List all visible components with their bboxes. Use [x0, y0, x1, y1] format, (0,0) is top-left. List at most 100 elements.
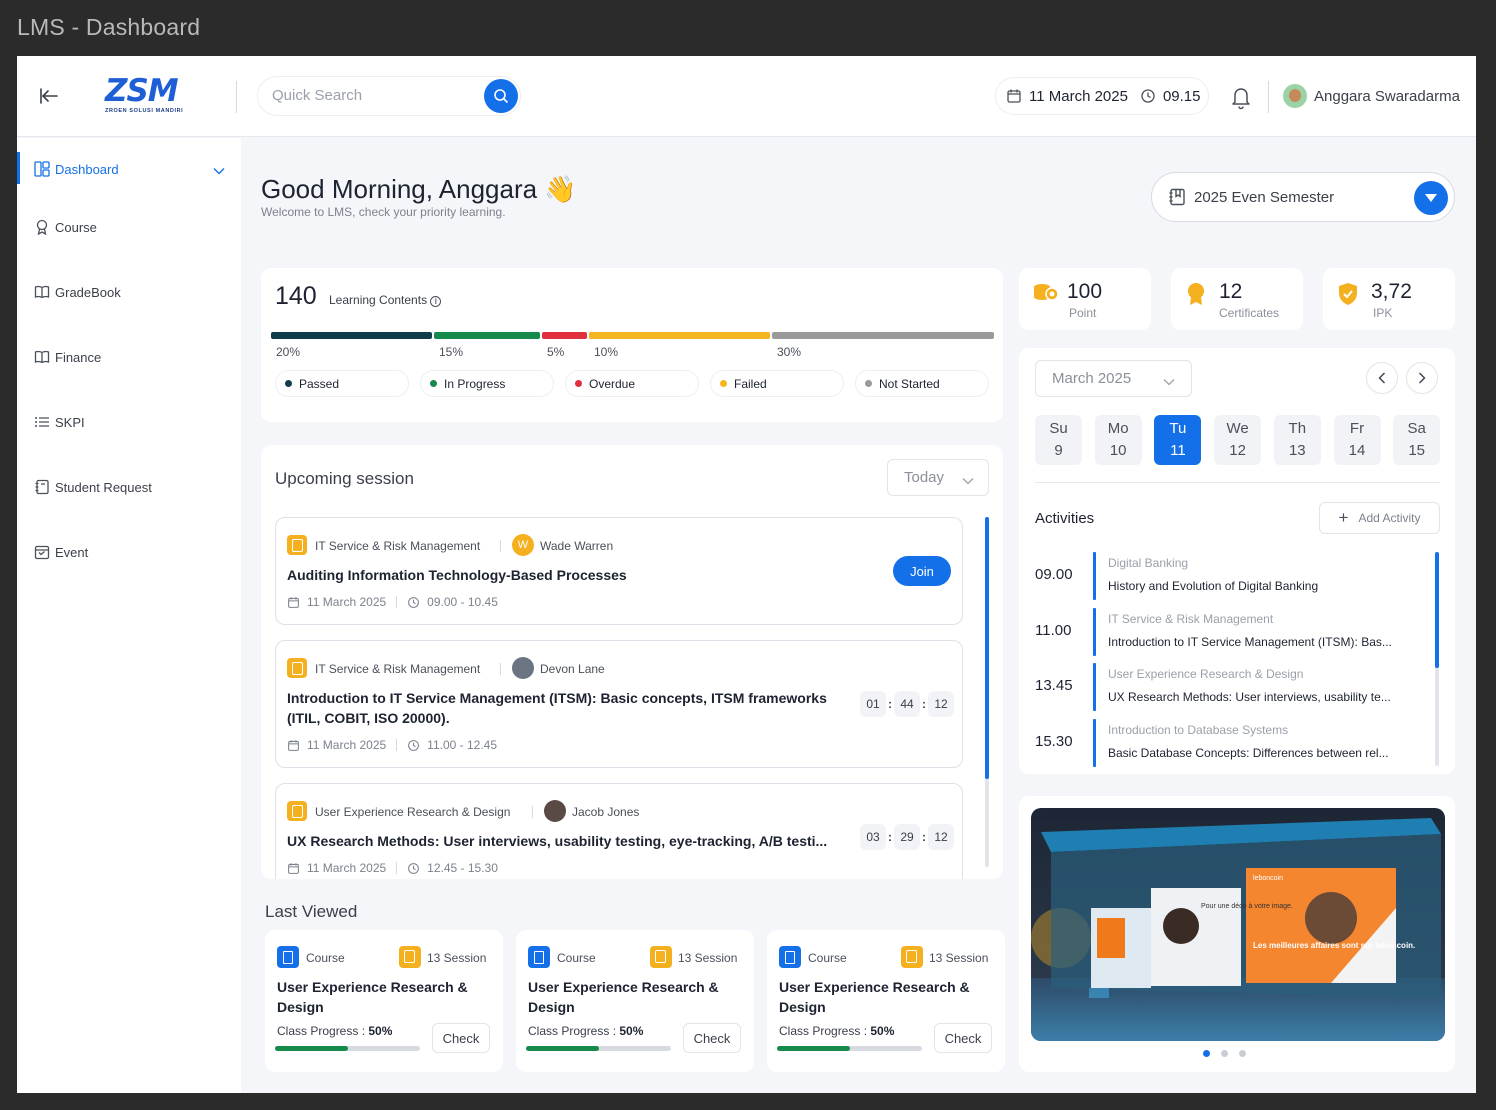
sidebar-item-gradebook[interactable]: GradeBook — [33, 283, 121, 301]
banner-card: Les meilleures affaires sont sur lebonco… — [1019, 796, 1455, 1072]
carousel-dots — [1203, 1050, 1257, 1057]
logo[interactable]: ZSM ZROEN SOLUSI MANDIRI — [105, 76, 195, 118]
last-viewed-card[interactable]: Course 13 Session User Experience Research… — [767, 930, 1005, 1072]
month-select[interactable]: March 2025 — [1035, 360, 1192, 397]
carousel-dot[interactable] — [1221, 1050, 1228, 1057]
semester-select[interactable]: 2025 Even Semester — [1151, 172, 1455, 222]
book-open-icon — [33, 348, 51, 366]
coins-icon — [1033, 282, 1059, 307]
date-filter-select[interactable]: Today — [887, 459, 989, 496]
check-button[interactable]: Check — [934, 1023, 992, 1053]
info-icon[interactable]: i — [430, 296, 442, 307]
dropdown-button[interactable] — [1414, 181, 1448, 215]
activity-course: User Experience Research & Design — [1108, 667, 1304, 681]
chevron-right-icon — [1419, 372, 1426, 384]
carousel-dot[interactable] — [1239, 1050, 1246, 1057]
activity-item[interactable]: 13.45 User Experience Research & Design UX… — [1035, 663, 1425, 713]
progress-fill — [777, 1046, 850, 1051]
sidebar-item-event[interactable]: Event — [33, 543, 88, 561]
user-name: Anggara Swaradarma — [1314, 87, 1460, 105]
learning-contents-card: 140 Learning Contents i 20% 15% 5% 10% 3… — [261, 268, 1003, 422]
notebook-icon — [33, 478, 51, 496]
search-input[interactable] — [272, 87, 472, 104]
progress-bar — [275, 1046, 420, 1051]
progress-segment-overdue — [542, 332, 587, 339]
semester-label: 2025 Even Semester — [1194, 188, 1335, 206]
countdown-timer: 01: 44: 12 — [860, 691, 954, 717]
calendar-day-we[interactable]: We 12 — [1214, 415, 1262, 465]
progress-segment-not-started — [772, 332, 994, 339]
sidebar-item-dashboard[interactable]: Dashboard — [33, 160, 119, 178]
page-title: Good Morning, Anggara 👋 — [261, 174, 577, 204]
sidebar-item-student-request[interactable]: Student Request — [33, 478, 152, 496]
calendar-day-tu[interactable]: Tu 11 — [1154, 415, 1202, 465]
collapse-sidebar-icon[interactable] — [37, 84, 61, 108]
activity-item[interactable]: 09.00 Digital Banking History and Evolutio… — [1035, 552, 1425, 602]
calendar-day-th[interactable]: Th 13 — [1273, 415, 1321, 465]
promo-banner-image[interactable]: Les meilleures affaires sont sur lebonco… — [1031, 808, 1445, 1041]
activity-time: 15.30 — [1035, 732, 1073, 750]
calendar-day-su[interactable]: Su 9 — [1035, 415, 1082, 465]
dashboard-icon — [33, 160, 51, 178]
app-window: ZSM ZROEN SOLUSI MANDIRI 11 March 2025 0… — [17, 56, 1476, 1093]
search-icon — [494, 89, 509, 104]
activity-item[interactable]: 15.30 Introduction to Database Systems Bas… — [1035, 718, 1425, 769]
session-scrollbar[interactable] — [985, 517, 989, 867]
activity-time: 11.00 — [1035, 621, 1072, 639]
class-progress: Class Progress : 50% — [528, 1024, 644, 1038]
session-item[interactable]: IT Service & Risk Management W Wade Warr… — [275, 517, 963, 625]
activity-item[interactable]: 11.00 IT Service & Risk Management Introdu… — [1035, 607, 1425, 658]
calendar-card: March 2025 Su 9 Mo 10 Tu 11 We 12 Th 13 Fr 14 Sa 15 A… — [1019, 348, 1455, 774]
sidebar: Dashboard Course GradeBook Finance SKPI … — [17, 138, 241, 1093]
calendar-day-sa[interactable]: Sa 15 — [1393, 415, 1441, 465]
notification-bell-icon[interactable] — [1229, 84, 1253, 115]
wave-emoji: 👋 — [544, 174, 577, 204]
segment-percent: 5% — [547, 345, 565, 359]
page-subtitle: Welcome to LMS, check your priority lear… — [261, 205, 506, 219]
section-title: Upcoming session — [275, 469, 414, 488]
progress-segment-passed — [271, 332, 432, 339]
activities-scrollbar[interactable] — [1435, 552, 1439, 766]
user-menu[interactable]: Anggara Swaradarma — [1283, 84, 1460, 108]
activity-bar — [1093, 607, 1096, 656]
last-viewed-card[interactable]: Course 13 Session User Experience Research… — [516, 930, 754, 1072]
chevron-left-icon — [1378, 372, 1385, 384]
legend-overdue: Overdue — [565, 370, 699, 397]
divider — [236, 81, 237, 113]
carousel-dot[interactable] — [1203, 1050, 1210, 1057]
sidebar-item-skpi[interactable]: SKPI — [33, 413, 85, 431]
next-week-button[interactable] — [1406, 362, 1438, 394]
session-item[interactable]: IT Service & Risk Management Devon Lane … — [275, 640, 963, 768]
divider — [1035, 482, 1440, 483]
award-icon — [33, 218, 51, 236]
divider — [1268, 81, 1269, 113]
sidebar-item-finance[interactable]: Finance — [33, 348, 101, 366]
segment-percent: 30% — [777, 345, 802, 359]
chevron-down-icon — [1163, 373, 1175, 390]
course-title: User Experience Research & Design — [528, 979, 719, 1015]
session-item[interactable]: User Experience Research & Design Jacob … — [275, 783, 963, 879]
check-button[interactable]: Check — [683, 1023, 741, 1053]
scrollbar-thumb[interactable] — [985, 517, 989, 779]
teacher-avatar: W — [512, 534, 534, 556]
last-viewed-card[interactable]: Course 13 Session User Experience Research… — [265, 930, 503, 1072]
class-progress: Class Progress : 50% — [277, 1024, 393, 1038]
check-button[interactable]: Check — [432, 1023, 490, 1053]
active-indicator — [17, 152, 20, 184]
scrollbar-thumb[interactable] — [1435, 552, 1439, 668]
chevron-down-icon[interactable] — [213, 162, 225, 180]
learning-contents-label: Learning Contents i — [329, 293, 442, 307]
legend-passed: Passed — [275, 370, 409, 397]
sidebar-item-course[interactable]: Course — [33, 218, 97, 236]
stat-certificates: 12 Certificates — [1171, 268, 1303, 330]
calendar-day-mo[interactable]: Mo 10 — [1094, 415, 1142, 465]
prev-week-button[interactable] — [1366, 362, 1398, 394]
add-activity-button[interactable]: + Add Activity — [1319, 502, 1440, 534]
course-icon — [528, 946, 550, 968]
search-button[interactable] — [484, 79, 518, 113]
calendar-day-fr[interactable]: Fr 14 — [1333, 415, 1381, 465]
course-book-icon — [287, 801, 307, 821]
current-time: 09.15 — [1162, 87, 1201, 105]
join-button[interactable]: Join — [893, 556, 951, 586]
activity-course: IT Service & Risk Management — [1108, 611, 1274, 626]
